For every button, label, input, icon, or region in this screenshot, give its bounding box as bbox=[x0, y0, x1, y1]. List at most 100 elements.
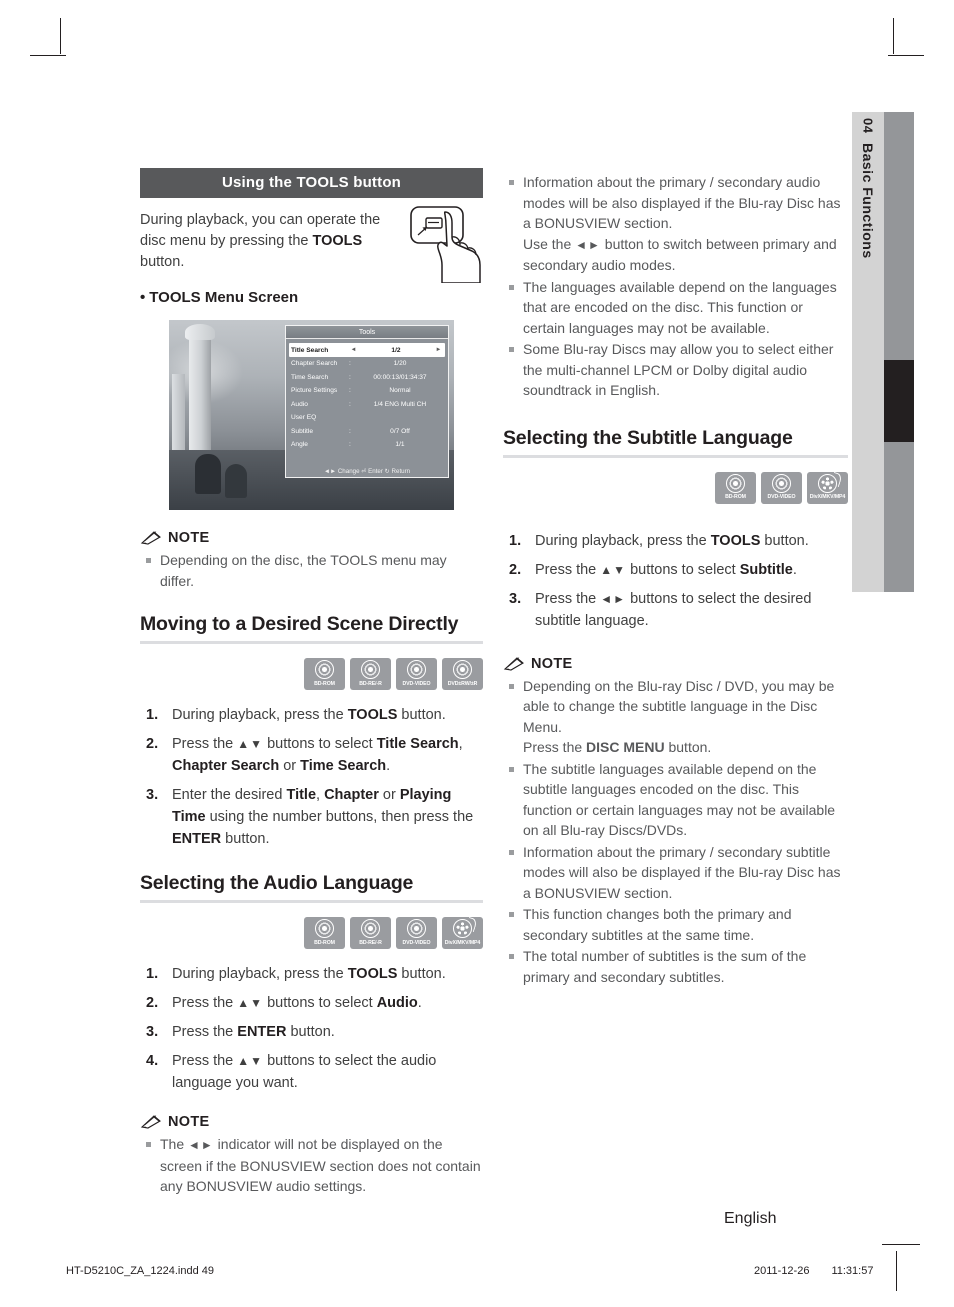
tools-row-label: Audio bbox=[291, 400, 308, 408]
disc-type-icon: BD-ROM bbox=[304, 658, 345, 690]
tools-row-label: User EQ bbox=[291, 414, 317, 422]
step-text: Press the ▲▼ buttons to select Audio. bbox=[172, 995, 422, 1011]
step-number: 2. bbox=[146, 736, 159, 752]
tools-menu-row[interactable]: Picture Settings: Normal bbox=[286, 384, 448, 398]
tools-row-label: Time Search bbox=[291, 373, 329, 381]
disc-type-label: DivX/MKV/MP4 bbox=[809, 494, 846, 500]
tools-menu-row[interactable]: Chapter Search: 1/20 bbox=[286, 357, 448, 371]
tools-menu-row[interactable]: Angle: 1/1 bbox=[286, 438, 448, 452]
tools-menu-screen-subhead: • TOOLS Menu Screen bbox=[140, 289, 483, 306]
disc-type-icon: DVD-VIDEO bbox=[761, 471, 802, 504]
step-text: Press the ▲▼ buttons to select the audio… bbox=[172, 1053, 437, 1091]
note-item: Information about the primary / secondar… bbox=[503, 172, 848, 276]
page-language-label: English bbox=[724, 1210, 777, 1227]
disc-icon bbox=[315, 660, 334, 679]
tools-row-separator: : bbox=[349, 373, 351, 381]
instruction-step: 3. Enter the desired Title, Chapter or Pl… bbox=[140, 784, 483, 850]
disc-icon bbox=[453, 660, 472, 679]
note-item: Depending on the disc, the TOOLS menu ma… bbox=[140, 550, 483, 591]
disc-type-icon: BD-RE/-R bbox=[350, 658, 391, 690]
note-item: The subtitle languages available depend … bbox=[503, 759, 848, 841]
note-item: This function changes both the primary a… bbox=[503, 904, 848, 945]
tools-row-value: Normal bbox=[389, 387, 411, 395]
step-text: Press the ▲▼ buttons to select Subtitle. bbox=[535, 561, 797, 578]
disc-icon bbox=[361, 660, 380, 679]
disc-type-label: BD-ROM bbox=[314, 939, 335, 946]
tools-row-label: Subtitle bbox=[291, 427, 313, 435]
tools-row-label: Chapter Search bbox=[291, 360, 338, 368]
note-label-right: NOTE bbox=[531, 655, 573, 672]
tools-row-separator: : bbox=[349, 400, 351, 408]
note-list-audio-continued: Information about the primary / secondar… bbox=[503, 172, 848, 401]
footer-timestamp: 2011-12-26 11:31:57 bbox=[754, 1265, 873, 1277]
film-reel-icon bbox=[453, 919, 472, 938]
instruction-step: 3. Press the ◄► buttons to select the des… bbox=[503, 588, 848, 632]
tools-row-label: Picture Settings bbox=[291, 387, 338, 395]
step-number: 3. bbox=[146, 787, 159, 803]
note-header-1: NOTE bbox=[140, 530, 483, 546]
step-text: Press the ENTER button. bbox=[172, 1024, 335, 1040]
tools-row-value: 0/7 Off bbox=[390, 427, 410, 435]
note-list-2: The ◄► indicator will not be displayed o… bbox=[140, 1134, 483, 1197]
step-text: Enter the desired Title, Chapter or Play… bbox=[172, 787, 474, 847]
tools-menu-row[interactable]: Subtitle: 0/7 Off bbox=[286, 425, 448, 439]
disc-type-icon: DivX/MKV/MP4 bbox=[807, 471, 848, 504]
note-item: The languages available depend on the la… bbox=[503, 277, 848, 339]
instruction-step: 2. Press the ▲▼ buttons to select Subtitl… bbox=[503, 559, 848, 581]
tools-menu-footer-hints: ◄► Change ⏎ Enter ↻ Return bbox=[323, 468, 411, 475]
note-item: The total number of subtitles is the sum… bbox=[503, 946, 848, 987]
step-text: Press the ▲▼ buttons to select Title Sea… bbox=[172, 736, 463, 774]
crop-mark-top-right-h bbox=[888, 55, 924, 56]
photo-figure-a bbox=[195, 454, 221, 494]
section-title-audio-language: Selecting the Audio Language bbox=[140, 872, 483, 903]
disc-type-label: BD-RE/-R bbox=[359, 939, 382, 946]
tools-menu-row[interactable]: User EQ bbox=[286, 411, 448, 425]
steps-moving-scene: 1. During playback, press the TOOLS butto… bbox=[140, 704, 483, 850]
instruction-step: 4. Press the ▲▼ buttons to select the aud… bbox=[140, 1050, 483, 1094]
step-number: 1. bbox=[146, 966, 159, 982]
disc-icon-row-subtitle-language: BD-ROM DVD-VIDEO DivX/MKV/MP4 bbox=[503, 471, 848, 504]
tools-menu-row[interactable]: Time Search: 00:00:13/01:34:37 bbox=[286, 371, 448, 385]
disc-type-icon: BD-ROM bbox=[304, 917, 345, 949]
lighthouse-icon bbox=[185, 324, 215, 456]
minaret-icon bbox=[172, 374, 185, 458]
note-header-right: NOTE bbox=[503, 656, 848, 672]
chapter-label: Basic Functions bbox=[860, 143, 876, 260]
note-item: Some Blu-ray Discs may allow you to sele… bbox=[503, 339, 848, 401]
instruction-step: 2. Press the ▲▼ buttons to select Title S… bbox=[140, 733, 483, 777]
step-number: 2. bbox=[509, 561, 522, 578]
right-arrow-icon[interactable]: ► bbox=[434, 347, 443, 353]
disc-type-label: BD-ROM bbox=[725, 494, 746, 500]
footer-date: 2011-12-26 bbox=[754, 1265, 810, 1277]
tools-row-value: 1/1 bbox=[395, 441, 405, 449]
left-arrow-icon[interactable]: ◄ bbox=[349, 347, 358, 353]
step-text: During playback, press the TOOLS button. bbox=[172, 707, 446, 723]
intro-text-after: button. bbox=[140, 254, 185, 270]
tools-menu-row[interactable]: Title Search ◄ 1/2 ► bbox=[289, 343, 445, 357]
tools-button-press-illustration bbox=[410, 206, 481, 283]
tools-row-separator: : bbox=[349, 441, 351, 449]
tools-menu-row[interactable]: Audio: 1/4 ENG Multi CH bbox=[286, 398, 448, 412]
note-label-1: NOTE bbox=[168, 530, 210, 546]
tools-row-value: 00:00:13/01:34:37 bbox=[373, 373, 427, 381]
footer-tick bbox=[896, 1251, 897, 1291]
tools-osd-screenshot: Tools Title Search ◄ 1/2 ► Chapter Search: 1/… bbox=[169, 320, 454, 510]
chapter-number: 04 bbox=[860, 118, 876, 134]
tools-menu-title: Tools bbox=[286, 326, 448, 339]
side-tab-text: 04 Basic Functions bbox=[852, 112, 884, 592]
tools-row-separator: : bbox=[349, 387, 351, 395]
bullet-dot-icon: • bbox=[140, 289, 146, 306]
disc-icon-row-audio-language: BD-ROM BD-RE/-R DVD-VIDEO DivX/MKV/MP4 bbox=[140, 917, 483, 949]
step-text: During playback, press the TOOLS button. bbox=[535, 532, 809, 549]
step-number: 4. bbox=[146, 1053, 159, 1069]
disc-type-icon: DivX/MKV/MP4 bbox=[442, 917, 483, 949]
disc-icon bbox=[407, 919, 426, 938]
step-number: 3. bbox=[509, 590, 522, 607]
disc-type-label: BD-RE/-R bbox=[359, 680, 382, 687]
step-number: 1. bbox=[146, 707, 159, 723]
note-list-1: Depending on the disc, the TOOLS menu ma… bbox=[140, 550, 483, 591]
tools-menu-rows: Title Search ◄ 1/2 ► Chapter Search: 1/20 Time… bbox=[286, 339, 448, 452]
instruction-step: 1. During playback, press the TOOLS butto… bbox=[140, 963, 483, 985]
instruction-step: 3. Press the ENTER button. bbox=[140, 1021, 483, 1043]
instruction-step: 1. During playback, press the TOOLS butto… bbox=[140, 704, 483, 726]
